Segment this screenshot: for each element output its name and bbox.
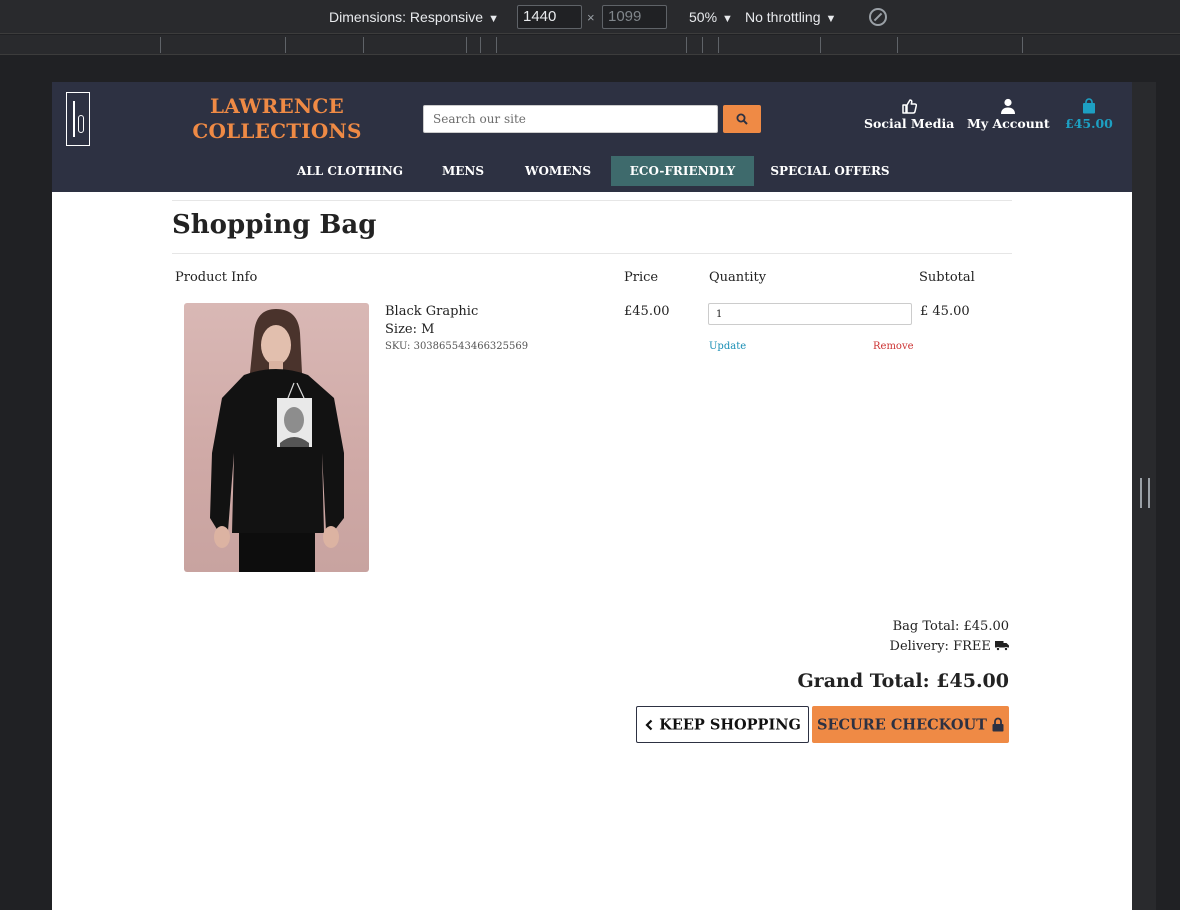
dimensions-dropdown[interactable]: Dimensions: Responsive ▼ <box>329 9 499 25</box>
brand-line-2: COLLECTIONS <box>192 119 362 143</box>
secure-checkout-label: SECURE CHECKOUT <box>816 716 987 734</box>
search-input[interactable] <box>423 105 718 133</box>
keep-shopping-button[interactable]: KEEP SHOPPING <box>636 706 809 743</box>
product-sku: SKU: 303865543466325569 <box>385 341 529 352</box>
brand-line-1: LAWRENCE <box>210 94 344 118</box>
width-input[interactable]: 1440 <box>517 5 582 29</box>
site-viewport: LAWRENCE COLLECTIONS Social Media My Acc… <box>52 82 1132 910</box>
cart-total: £45.00 <box>1065 116 1113 131</box>
item-price: £45.00 <box>624 304 670 319</box>
bag-total: Bag Total: £45.00 <box>892 619 1009 634</box>
grand-total: Grand Total: £45.00 <box>797 670 1009 692</box>
column-header-product: Product Info <box>175 270 258 285</box>
throttling-dropdown[interactable]: No throttling ▼ <box>745 9 836 25</box>
rotate-icon[interactable] <box>869 8 887 26</box>
social-media-link[interactable]: Social Media <box>864 98 954 131</box>
thumbs-up-icon <box>902 99 918 114</box>
devtools-toolbar: Dimensions: Responsive ▼ 1440 × 1099 50% ▼… <box>0 0 1180 34</box>
quantity-input[interactable] <box>708 303 912 325</box>
social-media-label: Social Media <box>864 116 955 131</box>
media-query-ruler[interactable] <box>0 35 1180 55</box>
product-size: Size: M <box>385 322 435 337</box>
shopping-bag-link[interactable]: £45.00 <box>1065 98 1113 131</box>
site-header: LAWRENCE COLLECTIONS Social Media My Acc… <box>52 82 1132 192</box>
divider <box>172 200 1012 201</box>
remove-link[interactable]: Remove <box>873 341 914 352</box>
delivery-label: Delivery: FREE <box>889 639 991 654</box>
chevron-down-icon: ▼ <box>825 13 837 25</box>
chevron-down-icon: ▼ <box>722 13 733 25</box>
my-account-link[interactable]: My Account <box>967 98 1050 131</box>
delivery-line: Delivery: FREE <box>890 639 1009 654</box>
truck-icon <box>995 641 1009 652</box>
resize-handle[interactable] <box>1132 82 1156 910</box>
chevron-down-icon: ▼ <box>488 13 499 25</box>
divider <box>172 253 1012 254</box>
logo[interactable] <box>66 92 90 146</box>
item-subtotal: £ 45.00 <box>920 304 970 319</box>
product-image <box>184 303 369 572</box>
zoom-label: 50% <box>689 9 718 25</box>
update-link[interactable]: Update <box>709 341 746 352</box>
times-icon: × <box>587 10 595 25</box>
keep-shopping-label: KEEP SHOPPING <box>659 716 801 734</box>
search-icon <box>736 113 748 125</box>
my-account-label: My Account <box>967 116 1050 131</box>
product-name: Black Graphic <box>385 304 479 319</box>
column-header-price: Price <box>624 270 659 285</box>
page-title: Shopping Bag <box>172 210 377 240</box>
throttling-label: No throttling <box>745 9 821 25</box>
main-nav: ALL CLOTHING MENS WOMENS ECO-FRIENDLY SP… <box>52 156 1132 186</box>
nav-item-mens[interactable]: MENS <box>420 156 506 186</box>
lock-icon <box>992 717 1004 732</box>
height-input[interactable]: 1099 <box>602 5 667 29</box>
column-header-quantity: Quantity <box>709 270 767 285</box>
nav-item-eco-friendly[interactable]: ECO-FRIENDLY <box>611 156 754 186</box>
chevron-left-icon <box>645 719 653 731</box>
secure-checkout-button[interactable]: SECURE CHECKOUT <box>812 706 1009 743</box>
nav-item-womens[interactable]: WOMENS <box>514 156 602 186</box>
dimensions-label: Dimensions: Responsive <box>329 9 484 25</box>
user-icon <box>1001 98 1016 114</box>
nav-item-special-offers[interactable]: SPECIAL OFFERS <box>764 156 896 186</box>
search-button[interactable] <box>723 105 761 133</box>
shopping-bag-icon <box>1082 98 1095 114</box>
zoom-dropdown[interactable]: 50% ▼ <box>689 9 733 25</box>
nav-item-all-clothing[interactable]: ALL CLOTHING <box>288 156 412 186</box>
brand-name[interactable]: LAWRENCE COLLECTIONS <box>172 94 382 144</box>
column-header-subtotal: Subtotal <box>919 270 975 285</box>
